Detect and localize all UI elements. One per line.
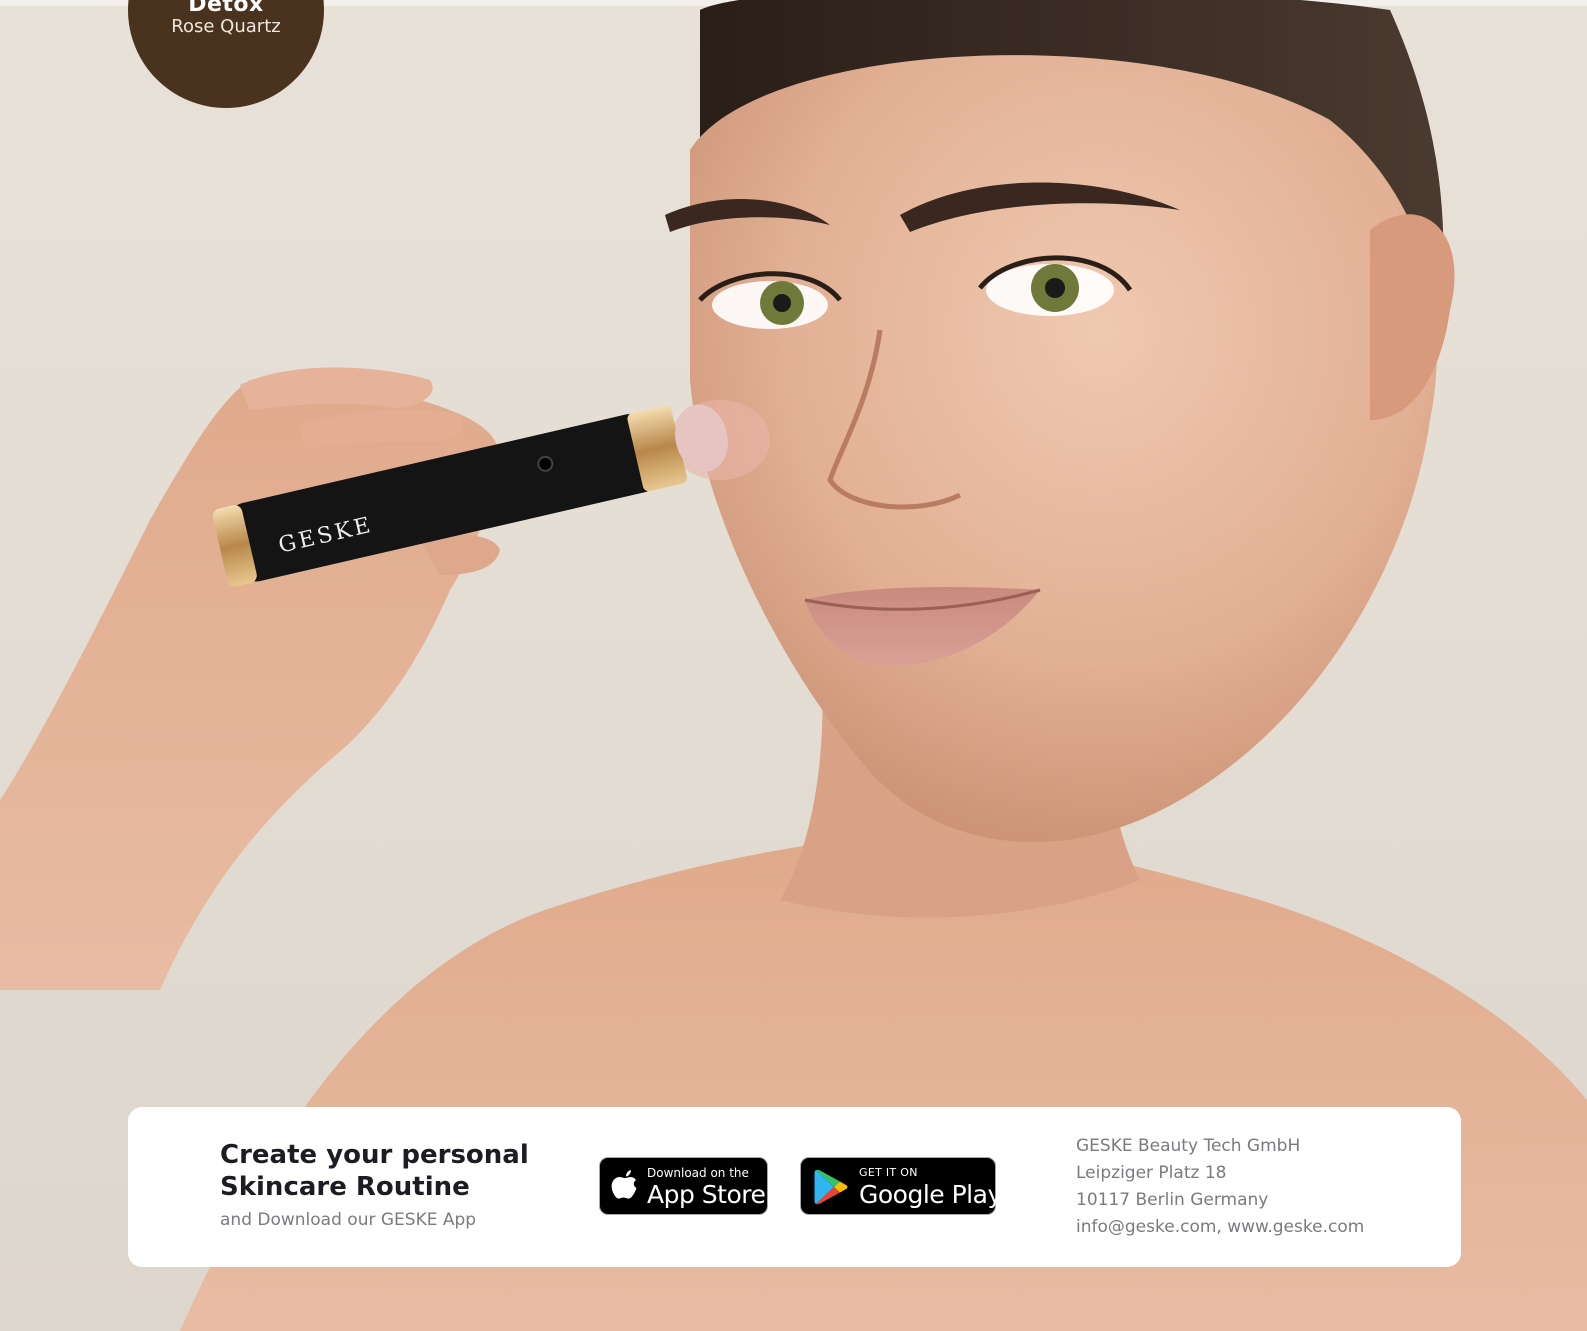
google-play-icon xyxy=(814,1169,848,1205)
app-store-button[interactable]: Download on the App Store xyxy=(599,1157,768,1215)
google-play-button[interactable]: GET IT ON Google Play xyxy=(800,1157,1002,1215)
address-city: 10117 Berlin Germany xyxy=(1076,1190,1269,1210)
address-company: GESKE Beauty Tech GmbH xyxy=(1076,1136,1301,1156)
badge-subtitle: Rose Quartz xyxy=(171,16,281,37)
address-contact[interactable]: info@geske.com, www.geske.com xyxy=(1076,1214,1436,1241)
google-play-big-text: Google Play xyxy=(859,1180,1002,1209)
app-download-card: Create your personal Skincare Routine an… xyxy=(128,1107,1461,1267)
google-play-small-text: GET IT ON xyxy=(859,1166,918,1179)
apple-icon xyxy=(611,1170,637,1199)
page: GESKE Detox Rose Quartz Create your pers… xyxy=(0,0,1587,1331)
cta-subtitle: and Download our GESKE App xyxy=(220,1210,477,1230)
app-store-small-text: Download on the xyxy=(647,1166,749,1180)
address-street: Leipziger Platz 18 xyxy=(1076,1163,1227,1183)
cta-title: Create your personal Skincare Routine xyxy=(220,1140,529,1202)
app-store-big-text: App Store xyxy=(647,1180,766,1209)
company-address: GESKE Beauty Tech GmbH Leipziger Platz 1… xyxy=(1076,1133,1436,1241)
